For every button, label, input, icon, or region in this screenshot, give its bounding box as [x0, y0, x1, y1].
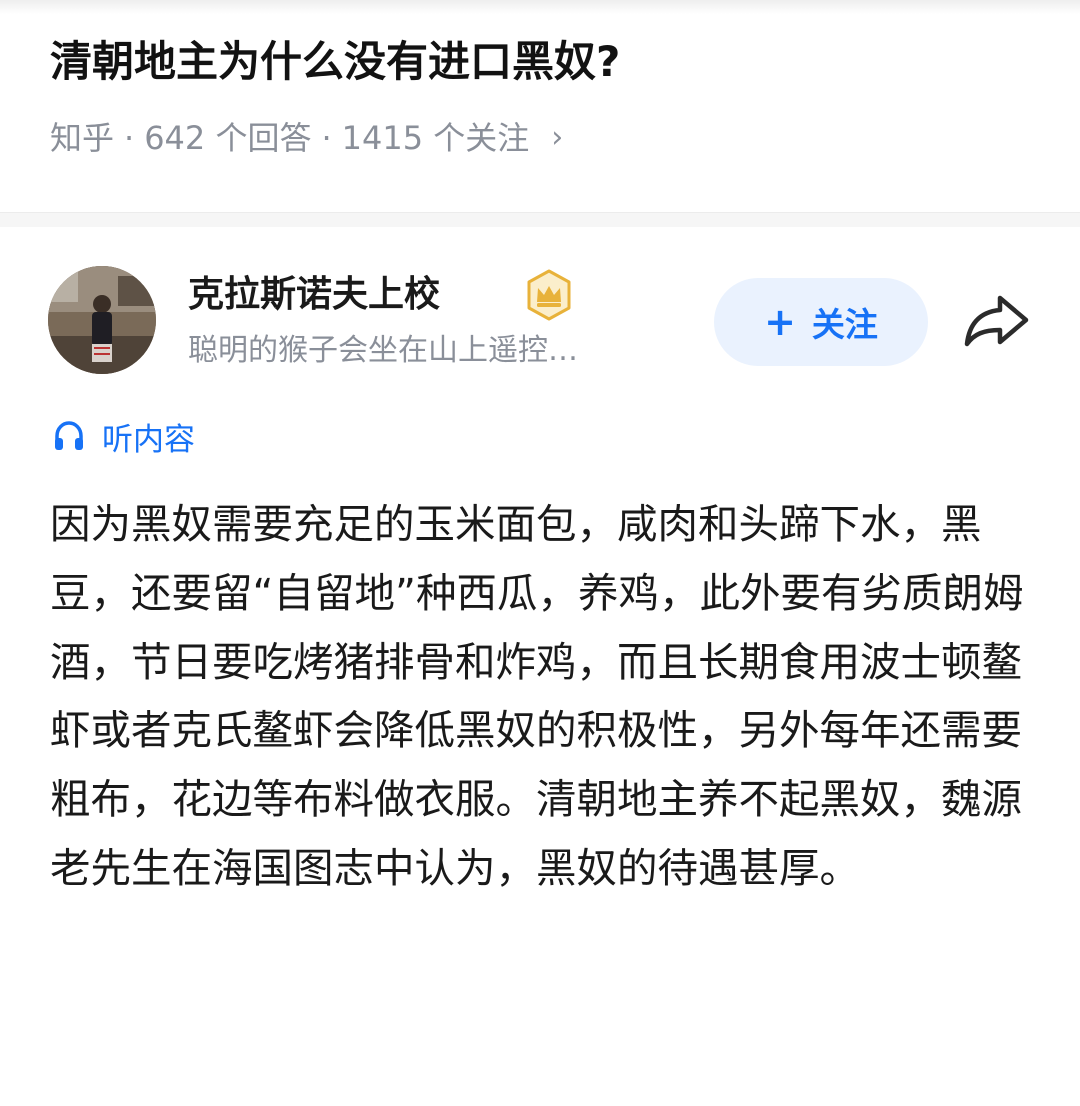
listen-content-button[interactable]: 听内容: [52, 410, 195, 462]
source-label: 知乎: [50, 119, 115, 157]
chevron-right-icon[interactable]: ›: [551, 110, 563, 166]
avatar[interactable]: [48, 266, 156, 374]
listen-label: 听内容: [102, 421, 195, 458]
question-meta[interactable]: 知乎 · 642 个回答 · 1415 个关注 ›: [50, 110, 563, 166]
plus-icon: +: [764, 300, 796, 344]
follow-label: 关注: [811, 305, 878, 344]
headphones-icon: [55, 421, 83, 450]
crown-badge-icon: [522, 268, 576, 322]
section-divider: [0, 212, 1080, 227]
author-name[interactable]: 克拉斯诺夫上校: [188, 268, 440, 322]
answer-count: 642 个回答: [144, 119, 312, 157]
answer-text[interactable]: 因为黑奴需要充足的玉米面包，咸肉和头蹄下水，黑豆，还要留“自留地”种西瓜，养鸡，…: [50, 490, 1040, 903]
follow-button[interactable]: + 关注: [714, 278, 928, 366]
share-arrow-icon[interactable]: [962, 290, 1032, 352]
author-bio: 聪明的猴子会坐在山上遥控…: [188, 333, 578, 368]
avatar-photo: [48, 266, 156, 374]
top-edge-shadow: [0, 0, 1080, 14]
question-title[interactable]: 清朝地主为什么没有进口黑奴?: [50, 26, 1040, 98]
meta-separator: ·: [321, 119, 332, 157]
follower-count: 1415 个关注: [341, 119, 530, 157]
meta-separator: ·: [124, 119, 135, 157]
